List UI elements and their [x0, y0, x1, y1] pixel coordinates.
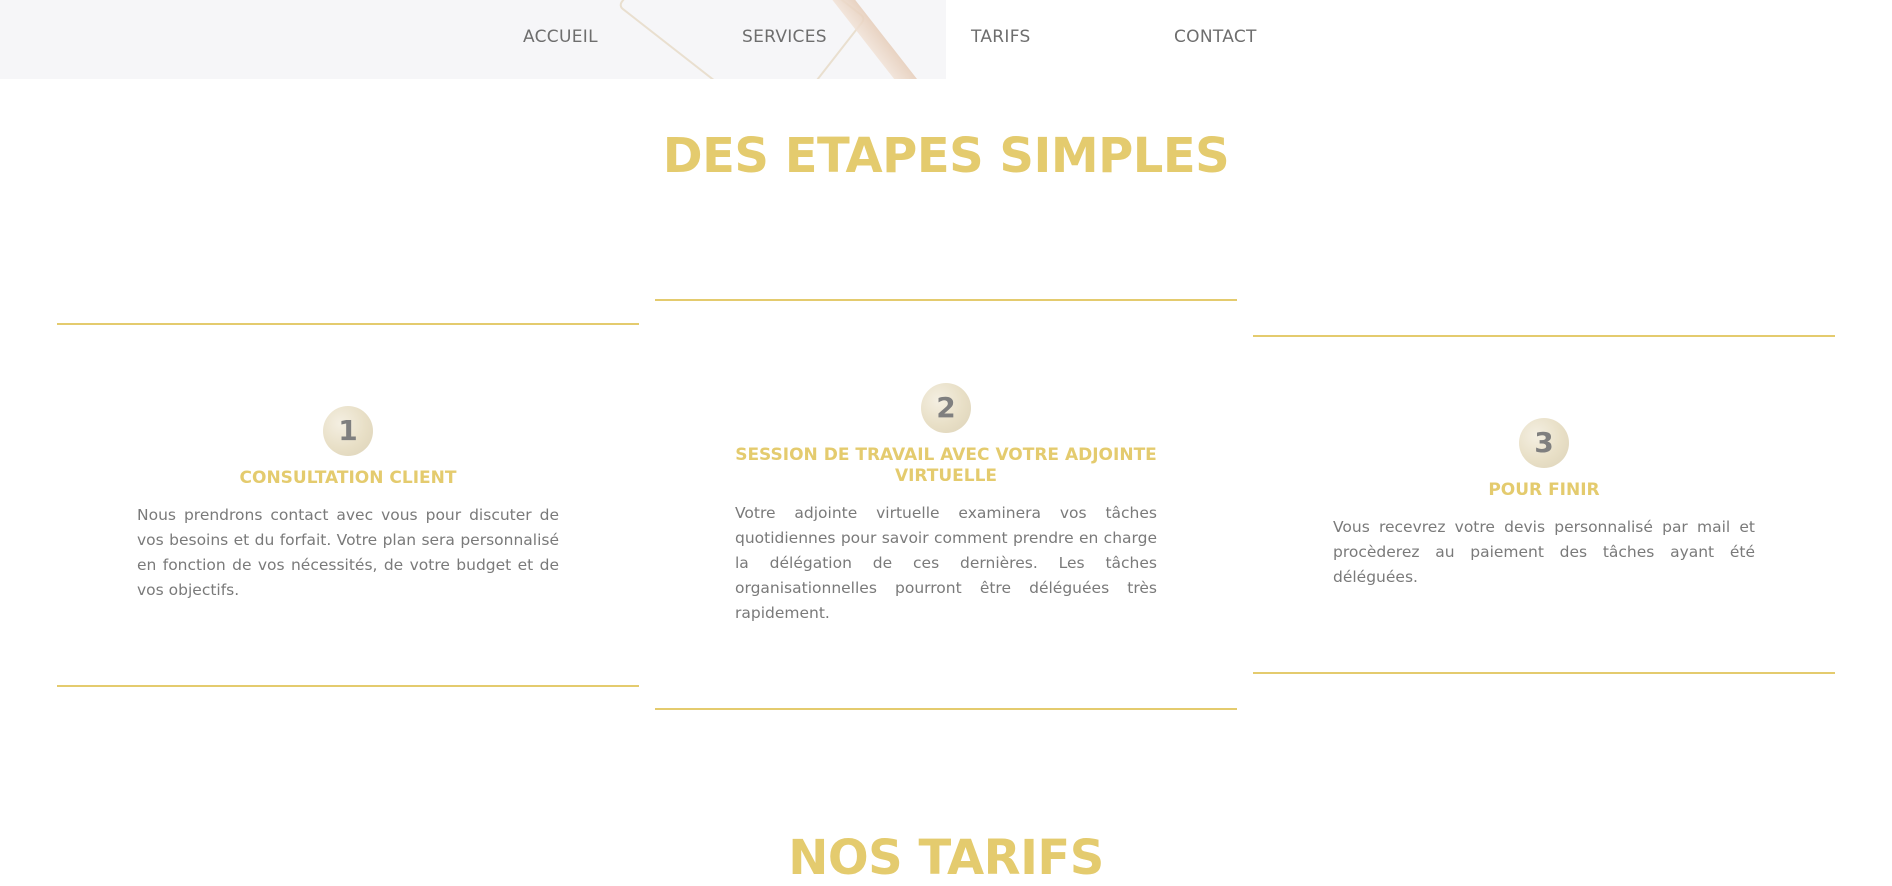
nav-link-accueil[interactable]: ACCUEIL: [523, 27, 598, 47]
card-top-divider: [1253, 335, 1835, 337]
section-title-steps: DES ETAPES SIMPLES: [662, 128, 1230, 184]
card-top-divider: [655, 299, 1237, 301]
card-bottom-divider: [1253, 672, 1835, 674]
step-number-badge: 3: [1519, 418, 1569, 468]
step-description: Nous prendrons contact avec vous pour di…: [137, 506, 559, 599]
step-title: CONSULTATION CLIENT: [239, 468, 457, 488]
card-bottom-divider: [655, 708, 1237, 710]
step-card-2: 2 SESSION DE TRAVAIL AVEC VOTRE ADJOINTE…: [655, 299, 1237, 711]
top-navigation: ACCUEIL SERVICES TARIFS CONTACT: [0, 0, 1892, 79]
nav-link-contact[interactable]: CONTACT: [1174, 27, 1257, 47]
nav-link-services[interactable]: SERVICES: [742, 27, 827, 47]
step-title: SESSION DE TRAVAIL AVEC VOTRE ADJOINTE V…: [735, 445, 1157, 486]
card-top-divider: [57, 323, 639, 325]
step-number-badge: 2: [921, 383, 971, 433]
nav-link-tarifs[interactable]: TARIFS: [971, 27, 1031, 47]
card-bottom-divider: [57, 685, 639, 687]
step-description: Votre adjointe virtuelle examinera vos t…: [735, 504, 1157, 622]
step-number-badge: 1: [323, 406, 373, 456]
step-card-1: 1 CONSULTATION CLIENT Nous prendrons con…: [57, 323, 639, 688]
step-title: POUR FINIR: [1488, 480, 1600, 500]
step-card-3: 3 POUR FINIR Vous recevrez votre devis p…: [1253, 335, 1835, 675]
section-title-pricing: NOS TARIFS: [788, 830, 1104, 886]
step-description: Vous recevrez votre devis personnalisé p…: [1333, 518, 1755, 586]
